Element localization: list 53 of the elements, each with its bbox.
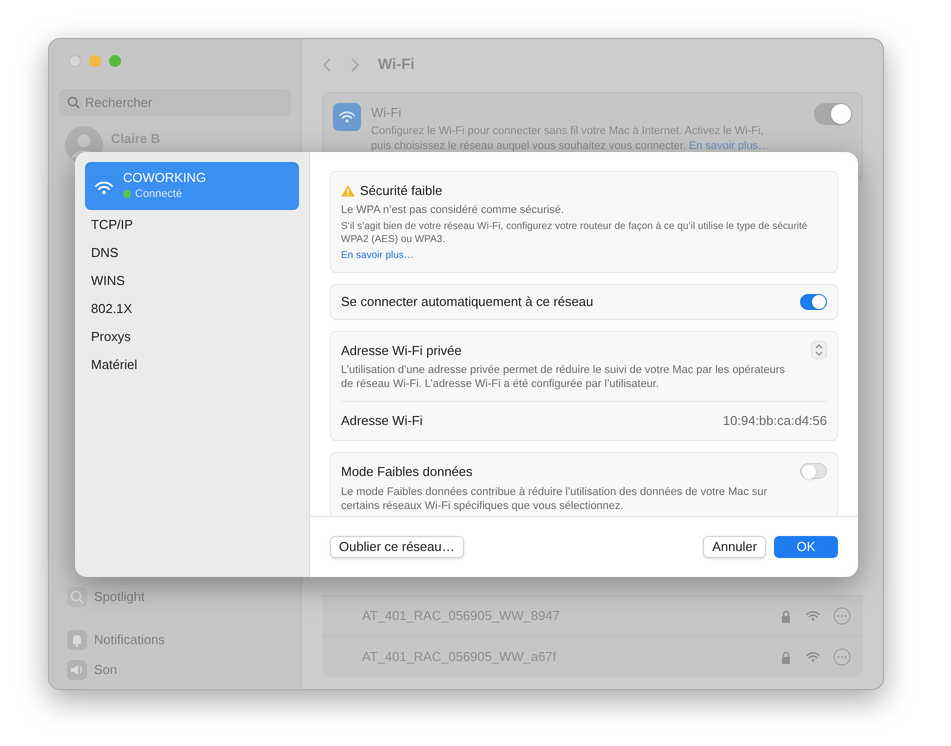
- warning-title: Sécurité faible: [360, 182, 442, 200]
- setting-label: Adresse Wi-Fi: [341, 412, 423, 430]
- cancel-button[interactable]: Annuler: [703, 536, 766, 558]
- toggle-switch[interactable]: [800, 463, 827, 479]
- lock-icon: [781, 610, 791, 622]
- search-icon: [67, 587, 87, 607]
- setting-label: Adresse Wi-Fi privée: [341, 342, 463, 360]
- toggle-switch[interactable]: [814, 103, 852, 125]
- setting-description: L’utilisation d’une adresse privée permet de réduire le suivi de votre Mac par les opérateurs de réseau Wi-Fi. L’adresse Wi-Fi a été configurée par l’utilisateur.: [341, 363, 786, 391]
- minimize-button[interactable]: [89, 55, 101, 67]
- wifi-icon: [93, 180, 115, 196]
- setting-label: Mode Faibles données: [341, 463, 474, 481]
- lock-icon: [781, 650, 791, 664]
- speaker-icon: [67, 660, 87, 680]
- window-title: Wi-Fi: [378, 54, 415, 75]
- warning-text: Le WPA n’est pas considéré comme sécurisé.: [341, 202, 565, 216]
- card-title: Wi-Fi: [371, 104, 402, 122]
- wifi-icon: [805, 651, 821, 663]
- bell-icon: [67, 630, 87, 650]
- network-name: COWORKING: [123, 170, 206, 186]
- setting-label: Se connecter automatiquement à ce réseau: [341, 292, 594, 311]
- forward-button[interactable]: [350, 57, 360, 73]
- network-item[interactable]: COWORKING Connecté: [85, 162, 299, 210]
- setting-value: 10:94:bb:ca:d4:56: [722, 412, 827, 430]
- learn-more-link[interactable]: En savoir plus…: [341, 248, 414, 262]
- sidebar-tab[interactable]: 802.1X: [85, 295, 299, 323]
- zoom-button[interactable]: [109, 55, 121, 67]
- sidebar-tab[interactable]: WINS: [85, 267, 299, 295]
- sidebar-item[interactable]: Son: [94, 660, 118, 680]
- toggle-switch[interactable]: [800, 294, 827, 310]
- network-name: AT_401_RAC_056905_WW_a67f: [362, 648, 558, 666]
- warning-text: S’il s’agit bien de votre réseau Wi-Fi, configurez votre routeur de façon à ce qu’il utilise le type de sécurité WPA2 (AES) ou WPA3.: [341, 220, 808, 246]
- sidebar-tab[interactable]: DNS: [85, 239, 299, 267]
- wifi-icon: [338, 110, 356, 124]
- network-name: AT_401_RAC_056905_WW_8947: [362, 607, 561, 626]
- sidebar-tab[interactable]: Proxys: [85, 323, 299, 351]
- warning-icon: [341, 184, 355, 197]
- ok-button[interactable]: OK: [774, 536, 838, 558]
- status-text: Connecté: [135, 186, 182, 202]
- search-icon: [67, 96, 80, 109]
- wifi-icon: [805, 610, 821, 622]
- stepper-button[interactable]: [811, 340, 827, 358]
- sidebar-tab[interactable]: Matériel: [85, 351, 299, 379]
- search-field[interactable]: Rechercher: [59, 89, 291, 116]
- sidebar-item[interactable]: Notifications: [94, 630, 165, 650]
- sidebar-tab[interactable]: TCP/IP: [85, 211, 299, 239]
- more-button[interactable]: [833, 607, 851, 625]
- setting-description: Le mode Faibles données contribue à réduire l’utilisation des données de votre Mac sur certains réseaux Wi-Fi spécifiques que vous sélectionnez.: [341, 484, 768, 512]
- more-button[interactable]: [833, 648, 851, 666]
- back-button[interactable]: [322, 57, 332, 73]
- close-button[interactable]: [69, 55, 81, 67]
- card-description: Configurez le Wi-Fi pour connecter sans fil votre Mac à Internet. Activez le Wi-Fi, puis choisissez le réseau auquel vous souhaitez vous connecter. En savoir plus…: [371, 124, 770, 154]
- forget-network-button[interactable]: Oublier ce réseau…: [330, 536, 464, 558]
